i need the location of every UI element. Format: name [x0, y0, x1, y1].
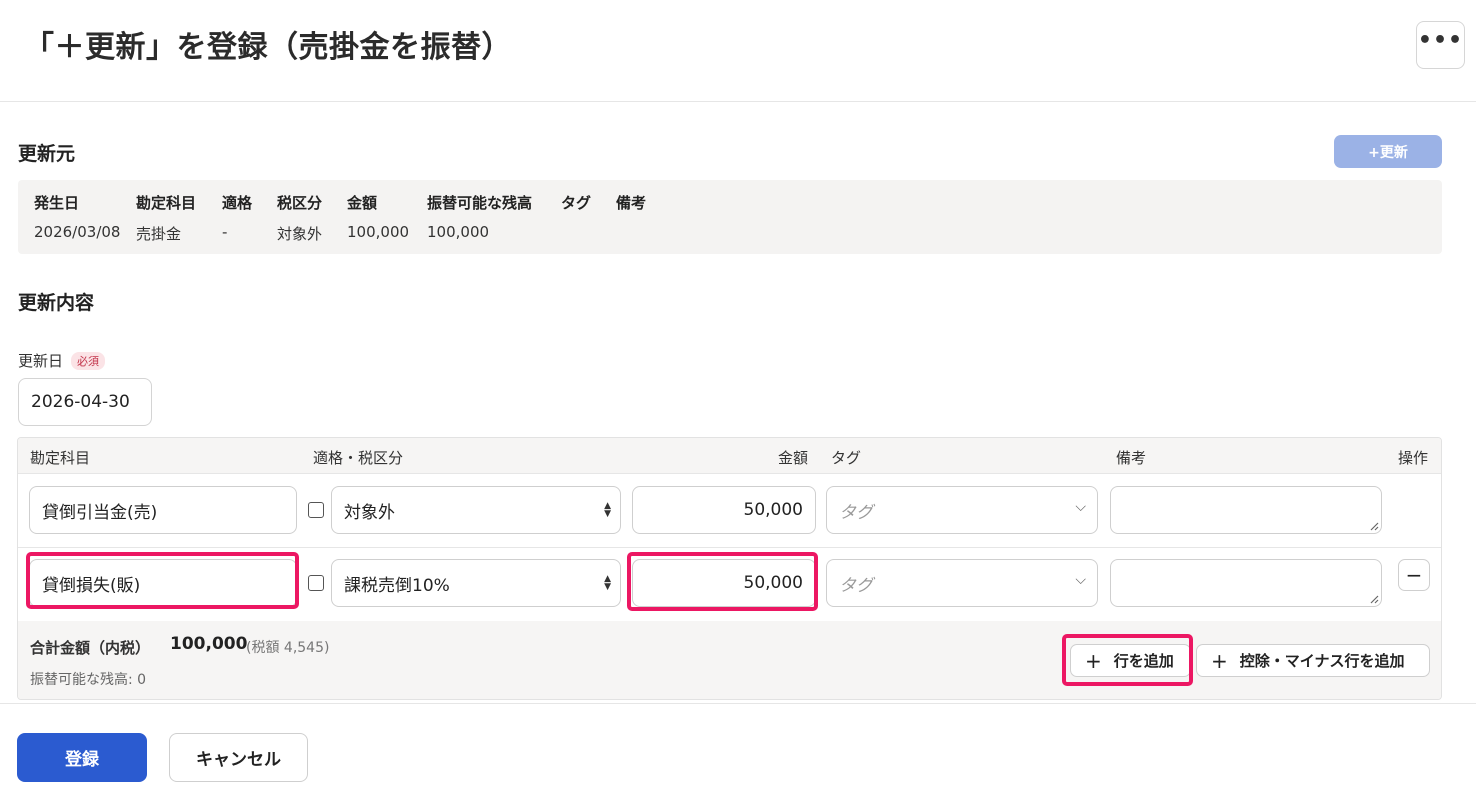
th-tax: 適格・税区分 — [313, 449, 404, 467]
th-ops: 操作 — [1398, 449, 1429, 467]
total-label: 合計金額（内税） — [30, 639, 151, 657]
footer-divider — [0, 703, 1476, 704]
row2-tax-select[interactable]: 課税売倒10% ▲ ▼ — [331, 559, 621, 607]
source-summary: 発生日 2026/03/08 勘定科目 売掛金 適格 - 税区分 対象外 金額 … — [18, 180, 1442, 254]
src-header-tax: 税区分 — [277, 194, 323, 212]
src-col-memo: 備考 — [616, 192, 646, 223]
row-divider — [18, 547, 1441, 548]
row1-qualified-checkbox[interactable] — [308, 502, 324, 518]
add-row-label: 行を追加 — [1113, 652, 1174, 670]
remaining-balance: 振替可能な残高: 0 — [30, 672, 147, 688]
row1-amount-input[interactable]: 50,000 — [632, 486, 816, 534]
th-tag: タグ — [831, 449, 862, 467]
remove-row-button[interactable]: − — [1398, 559, 1430, 591]
src-col-balance: 振替可能な残高 100,000 — [427, 192, 532, 241]
th-amount: 金額 — [778, 449, 809, 467]
src-header-date: 発生日 — [34, 194, 80, 212]
total-tax: (税額 4,545) — [246, 640, 330, 656]
resize-handle-icon — [1370, 595, 1379, 604]
src-header-tag: タグ — [561, 194, 592, 212]
add-deduction-row-button[interactable]: + 控除・マイナス行を追加 — [1196, 644, 1430, 677]
row1-account-input[interactable]: 貸倒引当金(売) — [29, 486, 297, 534]
src-header-amount: 金額 — [347, 194, 378, 212]
src-col-tax: 税区分 対象外 — [277, 192, 322, 244]
src-value-date: 2026/03/08 — [34, 223, 121, 241]
entry-table: 勘定科目 適格・税区分 金額 タグ 備考 操作 貸倒引当金(売) 対象外 ▲ ▼ … — [17, 437, 1442, 700]
select-arrows-icon: ▲ ▼ — [604, 574, 611, 592]
row1-tag-placeholder: タグ — [839, 502, 873, 523]
th-account: 勘定科目 — [30, 449, 91, 467]
src-col-amount: 金額 100,000 — [347, 192, 409, 241]
row2-tax-value: 課税売倒10% — [344, 575, 450, 596]
add-row-button[interactable]: + 行を追加 — [1070, 644, 1191, 677]
src-header-memo: 備考 — [616, 194, 647, 212]
row1-tax-select[interactable]: 対象外 ▲ ▼ — [331, 486, 621, 534]
update-date-label: 更新日 必須 — [18, 350, 106, 371]
more-icon: ••• — [1417, 28, 1464, 53]
source-section-title: 更新元 — [18, 143, 76, 165]
src-value-account: 売掛金 — [136, 225, 182, 243]
row2-amount-input[interactable]: 50,000 — [632, 559, 816, 607]
src-col-qualified: 適格 - — [222, 192, 252, 241]
chevron-down-icon: ⌵ — [1075, 499, 1086, 515]
resize-handle-icon — [1370, 522, 1379, 531]
src-col-date: 発生日 2026/03/08 — [34, 192, 120, 241]
required-badge: 必須 — [71, 351, 106, 370]
src-col-account: 勘定科目 売掛金 — [136, 192, 196, 244]
src-value-amount: 100,000 — [347, 223, 410, 241]
row1-tax-value: 対象外 — [344, 502, 395, 523]
submit-button[interactable]: 登録 — [17, 733, 147, 782]
minus-icon: − — [1405, 563, 1423, 587]
row1-memo-textarea[interactable] — [1110, 486, 1382, 534]
row2-memo-textarea[interactable] — [1110, 559, 1382, 607]
row2-tag-placeholder: タグ — [839, 575, 873, 596]
select-arrows-icon: ▲ ▼ — [604, 501, 611, 519]
row1-tag-select[interactable]: タグ ⌵ — [826, 486, 1098, 534]
more-options-button[interactable]: ••• — [1416, 21, 1465, 69]
src-col-tag: タグ — [561, 192, 591, 223]
total-value: 100,000 — [170, 634, 248, 654]
cancel-button[interactable]: キャンセル — [169, 733, 308, 782]
src-header-balance: 振替可能な残高 — [427, 194, 533, 212]
th-memo: 備考 — [1116, 449, 1147, 467]
row2-qualified-checkbox[interactable] — [308, 575, 324, 591]
page-title: 「＋更新」を登録（売掛金を振替） — [24, 30, 512, 65]
row2-tag-select[interactable]: タグ ⌵ — [826, 559, 1098, 607]
update-button[interactable]: +更新 — [1334, 135, 1442, 168]
chevron-down-icon: ⌵ — [1075, 572, 1086, 588]
update-date-input[interactable]: 2026-04-30 — [18, 378, 152, 426]
table-header: 勘定科目 適格・税区分 金額 タグ 備考 操作 — [18, 438, 1441, 474]
add-deduction-row-label: 控除・マイナス行を追加 — [1239, 652, 1405, 670]
update-date-label-text: 更新日 — [18, 352, 64, 370]
src-value-balance: 100,000 — [427, 223, 490, 241]
src-header-qualified: 適格 — [222, 194, 253, 212]
header-divider — [0, 101, 1476, 102]
row2-account-input[interactable]: 貸倒損失(販) — [29, 559, 297, 607]
src-header-account: 勘定科目 — [136, 194, 197, 212]
src-value-tax: 対象外 — [277, 225, 323, 243]
plus-icon: + — [1085, 648, 1102, 673]
src-value-qualified: - — [222, 223, 228, 241]
content-section-title: 更新内容 — [18, 292, 95, 314]
plus-icon: + — [1211, 648, 1228, 673]
